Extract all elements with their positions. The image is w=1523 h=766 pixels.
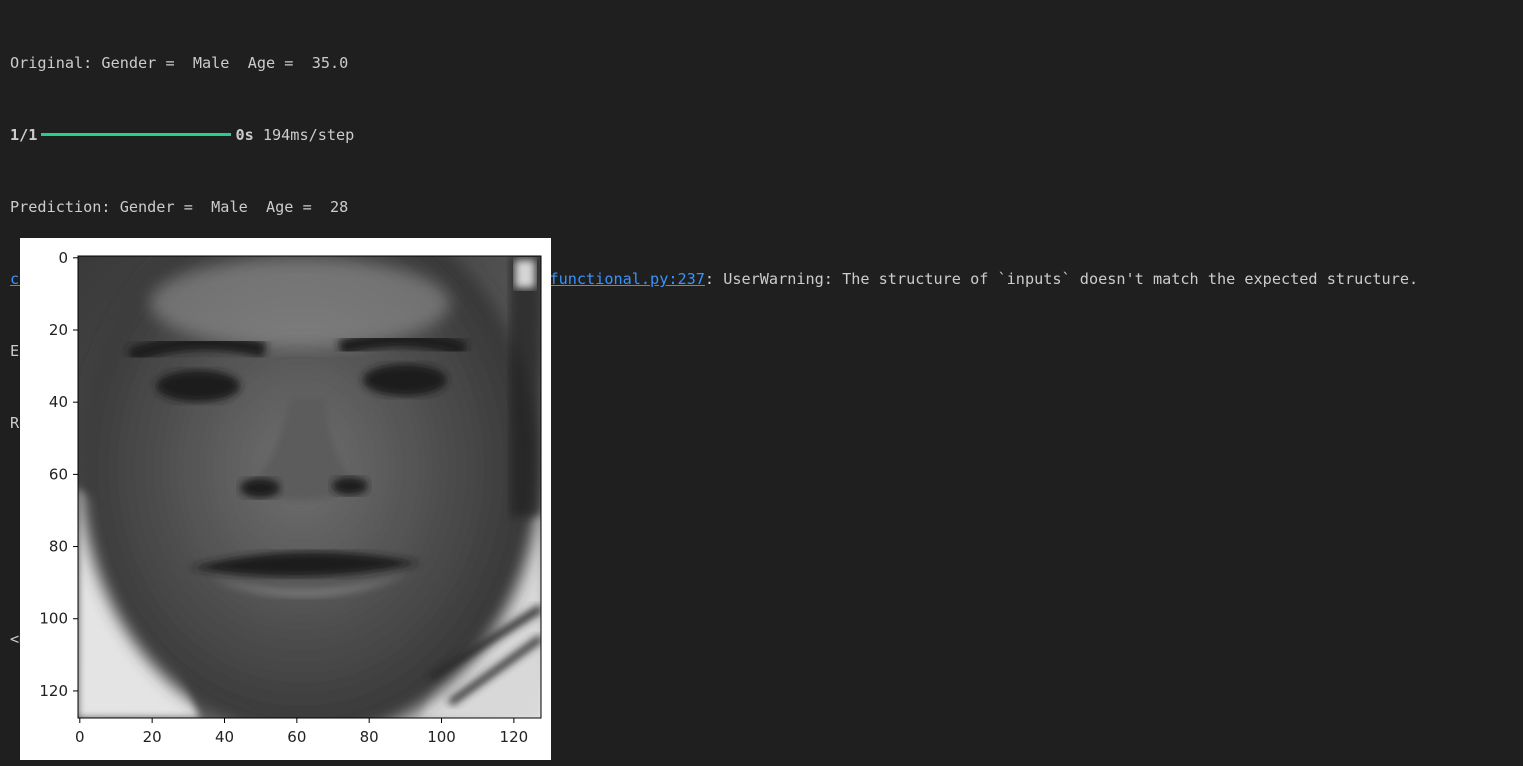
y-tick-label: 0 [58, 249, 68, 267]
y-tick-label: 40 [49, 393, 68, 411]
progress-time: 0s [235, 126, 254, 144]
face-image [78, 256, 541, 718]
x-tick-label: 60 [287, 728, 306, 746]
x-tick-label: 20 [143, 728, 162, 746]
x-tick-label: 80 [360, 728, 379, 746]
y-tick-label: 120 [39, 682, 68, 700]
warning-message: : UserWarning: The structure of `inputs`… [704, 270, 1419, 288]
matplotlib-figure: 0 20 40 60 80 100 120 0 20 40 60 80 100 120 [20, 238, 551, 760]
y-tick-label: 80 [49, 538, 68, 556]
x-tick-label: 120 [500, 728, 529, 746]
y-axis: 0 20 40 60 80 100 120 [39, 249, 78, 700]
progress-line: 1/1 0s 194ms/step [10, 123, 1515, 147]
progress-rate: 194ms/step [253, 126, 355, 144]
prediction-line: Prediction: Gender = Male Age = 28 [10, 198, 349, 216]
x-tick-label: 0 [75, 728, 85, 746]
original-line: Original: Gender = Male Age = 35.0 [10, 54, 349, 72]
step-count: 1/1 [10, 126, 38, 144]
x-axis: 0 20 40 60 80 100 120 [75, 718, 528, 746]
y-tick-label: 100 [39, 610, 68, 628]
y-tick-label: 20 [49, 321, 68, 339]
x-tick-label: 40 [215, 728, 234, 746]
x-tick-label: 100 [427, 728, 456, 746]
y-tick-label: 60 [49, 465, 68, 483]
figure-svg: 0 20 40 60 80 100 120 0 20 40 60 80 100 120 [39, 249, 542, 746]
progress-bar [41, 132, 232, 136]
